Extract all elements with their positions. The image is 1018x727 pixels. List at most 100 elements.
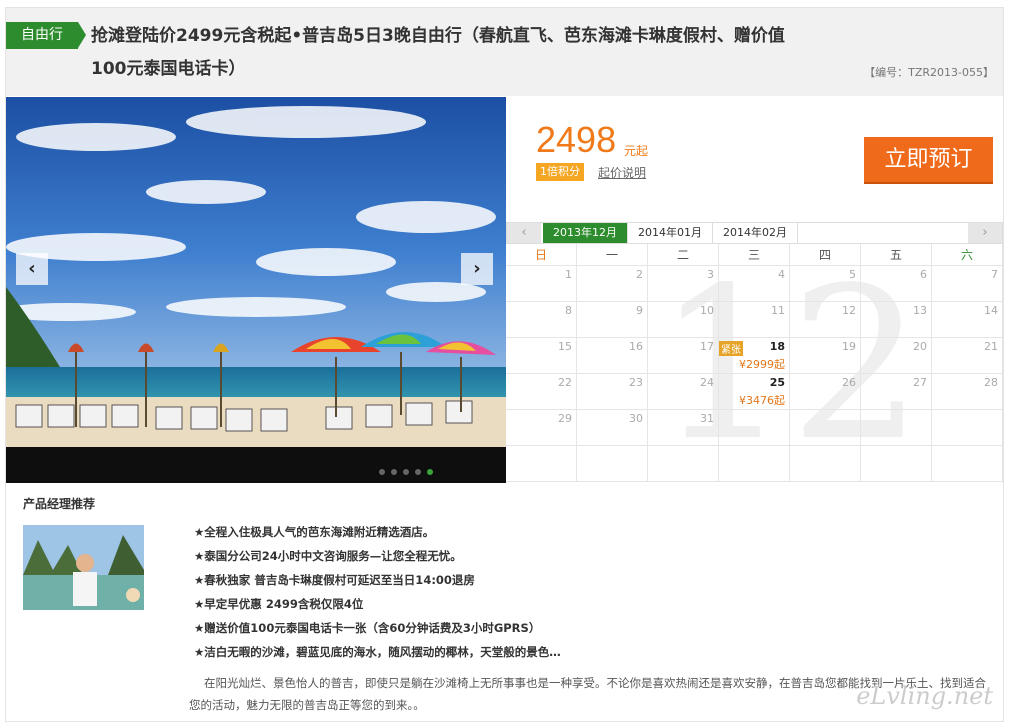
price-unit: 元起 — [624, 144, 649, 158]
weekday-label: 五 — [861, 244, 932, 266]
calendar-day — [790, 410, 861, 446]
calendar-day: 13 — [861, 302, 932, 338]
carousel-prev-button[interactable]: ‹ — [16, 253, 48, 285]
carousel-dot-active[interactable] — [427, 469, 433, 475]
calendar-weekday-header: 日一二三四五六 — [506, 244, 1003, 266]
day-number: 30 — [629, 412, 643, 425]
day-number: 26 — [842, 376, 856, 389]
tab-month-2014-02[interactable]: 2014年02月 — [713, 223, 798, 243]
recommend-item: ★早定早优惠 2499含税仅限4位 — [194, 597, 364, 611]
calendar-day: 7 — [932, 266, 1003, 302]
calendar-day: 15 — [506, 338, 577, 374]
price-explain-link[interactable]: 起价说明 — [598, 164, 646, 181]
product-header: 自由行 抢滩登陆价2499元含税起•普吉岛5日3晚自由行（春航直飞、芭东海滩卡琳… — [6, 8, 1003, 96]
calendar-day: 1 — [506, 266, 577, 302]
manager-recommendation: 产品经理推荐 ★全程入住极具人气的芭东海滩附近精选酒店。 ★泰国分公司24小时中文… — [6, 484, 1003, 721]
recommend-item: ★泰国分公司24小时中文咨询服务—让您全程无忧。 — [194, 549, 462, 563]
calendar-day: 29 — [506, 410, 577, 446]
calendar-day: 12 — [790, 302, 861, 338]
day-number: 14 — [984, 304, 998, 317]
day-number: 8 — [565, 304, 572, 317]
calendar-day — [648, 446, 719, 482]
calendar-day: 16 — [577, 338, 648, 374]
day-number: 24 — [700, 376, 714, 389]
calendar-day: 22 — [506, 374, 577, 410]
calendar-day — [861, 446, 932, 482]
weekday-label: 日 — [506, 244, 577, 266]
day-number: 7 — [991, 268, 998, 281]
calendar-day: 31 — [648, 410, 719, 446]
calendar-day — [577, 446, 648, 482]
availability-tag: 紧张 — [719, 341, 743, 356]
product-panel: 自由行 抢滩登陆价2499元含税起•普吉岛5日3晚自由行（春航直飞、芭东海滩卡琳… — [5, 7, 1004, 722]
day-number: 21 — [984, 340, 998, 353]
calendar-day: 23 — [577, 374, 648, 410]
calendar-day: 11 — [719, 302, 790, 338]
calendar-day: 6 — [861, 266, 932, 302]
carousel-next-button[interactable]: › — [461, 253, 493, 285]
day-number: 19 — [842, 340, 856, 353]
day-number: 2 — [636, 268, 643, 281]
day-number: 31 — [700, 412, 714, 425]
calendar-day — [790, 446, 861, 482]
day-number: 16 — [629, 340, 643, 353]
day-number: 23 — [629, 376, 643, 389]
photo-carousel: ‹ › — [6, 97, 506, 483]
recommend-item: ★赠送价值100元泰国电话卡一张（含60分钟话费及3小时GPRS） — [194, 621, 541, 635]
calendar-day-available[interactable]: 18 紧张 ¥2999起 — [719, 338, 790, 374]
carousel-dot[interactable] — [391, 469, 397, 475]
carousel-dots — [379, 460, 439, 475]
calendar-day: 30 — [577, 410, 648, 446]
calendar-day: 14 — [932, 302, 1003, 338]
tab-month-2014-01[interactable]: 2014年01月 — [628, 223, 713, 243]
day-number: 15 — [558, 340, 572, 353]
carousel-dot[interactable] — [379, 469, 385, 475]
carousel-dot[interactable] — [403, 469, 409, 475]
recommend-item: ★洁白无暇的沙滩，碧蓝见底的海水，随风摆动的椰林，天堂般的景色… — [194, 645, 561, 659]
departure-calendar: 12 ‹ 2013年12月 2014年01月 2014年02月 › 日一二三四五… — [506, 222, 1003, 483]
recommend-list: ★全程入住极具人气的芭东海滩附近精选酒店。 ★泰国分公司24小时中文咨询服务—让您… — [194, 520, 994, 664]
product-code: 【编号：TZR2013-055】 — [864, 66, 994, 79]
calendar-day: 9 — [577, 302, 648, 338]
day-price: ¥3476起 — [739, 394, 785, 407]
day-number: 11 — [771, 304, 785, 317]
day-number: 27 — [913, 376, 927, 389]
tab-month-2013-12[interactable]: 2013年12月 — [543, 223, 628, 243]
day-number: 17 — [700, 340, 714, 353]
day-number: 9 — [636, 304, 643, 317]
day-number: 4 — [778, 268, 785, 281]
day-number: 22 — [558, 376, 572, 389]
calendar-day — [506, 446, 577, 482]
day-number: 5 — [849, 268, 856, 281]
day-number: 3 — [707, 268, 714, 281]
carousel-dot[interactable] — [415, 469, 421, 475]
weekday-label: 二 — [648, 244, 719, 266]
calendar-day: 20 — [861, 338, 932, 374]
product-title: 抢滩登陆价2499元含税起•普吉岛5日3晚自由行（春航直飞、芭东海滩卡琳度假村、… — [91, 26, 785, 79]
price-amount: 2498 — [536, 119, 617, 160]
day-number: 13 — [913, 304, 927, 317]
calendar-day: 5 — [790, 266, 861, 302]
day-number: 28 — [984, 376, 998, 389]
day-number: 29 — [558, 412, 572, 425]
book-now-button[interactable]: 立即预订 — [864, 137, 993, 182]
calendar-prev-arrow[interactable]: ‹ — [507, 223, 541, 243]
day-number: 20 — [913, 340, 927, 353]
calendar-day: 19 — [790, 338, 861, 374]
calendar-day: 2 — [577, 266, 648, 302]
calendar-day — [719, 410, 790, 446]
manager-photo — [23, 525, 144, 610]
calendar-day: 26 — [790, 374, 861, 410]
weekday-label: 三 — [719, 244, 790, 266]
points-badge: 1倍积分 — [536, 163, 584, 181]
calendar-day: 10 — [648, 302, 719, 338]
recommend-item: ★全程入住极具人气的芭东海滩附近精选酒店。 — [194, 525, 435, 539]
beach-photo — [6, 97, 506, 483]
calendar-day — [932, 410, 1003, 446]
calendar-day: 3 — [648, 266, 719, 302]
calendar-next-arrow[interactable]: › — [968, 223, 1002, 243]
day-number: 6 — [920, 268, 927, 281]
calendar-day-available[interactable]: 25 ¥3476起 — [719, 374, 790, 410]
calendar-day: 21 — [932, 338, 1003, 374]
day-number: 18 — [769, 340, 785, 353]
